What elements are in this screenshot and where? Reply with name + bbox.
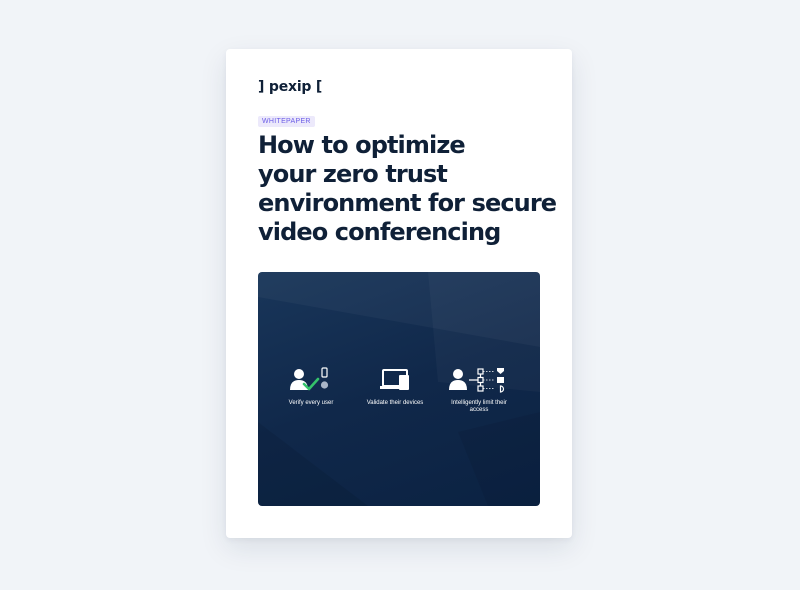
whitepaper-cover[interactable]: ] pexip [ WHITEPAPER How to optimize you…: [226, 49, 572, 538]
feature-limit-access: Intelligently limit their access: [434, 366, 524, 414]
user-check-icon: [290, 367, 329, 391]
title-line: environment for secure: [258, 189, 557, 217]
feature-label: Intelligently limit their access: [451, 400, 507, 413]
devices-icon: [380, 369, 409, 390]
pexip-logo: ] pexip [: [258, 79, 323, 95]
whitepaper-badge: WHITEPAPER: [258, 116, 315, 127]
feature-label: Validate their devices: [366, 400, 424, 406]
title-line: video conferencing: [258, 218, 501, 246]
document-title: How to optimize your zero trust environm…: [258, 131, 558, 247]
title-line: your zero trust: [258, 160, 448, 188]
feature-label: Verify every user: [288, 400, 334, 406]
feature-verify-user: Verify every user: [266, 366, 356, 407]
user-network-icon: [449, 368, 505, 393]
feature-validate-devices: Validate their devices: [350, 366, 440, 407]
title-line: How to optimize: [258, 131, 466, 159]
hero-illustration: Verify every user Validate their devices: [258, 272, 540, 506]
